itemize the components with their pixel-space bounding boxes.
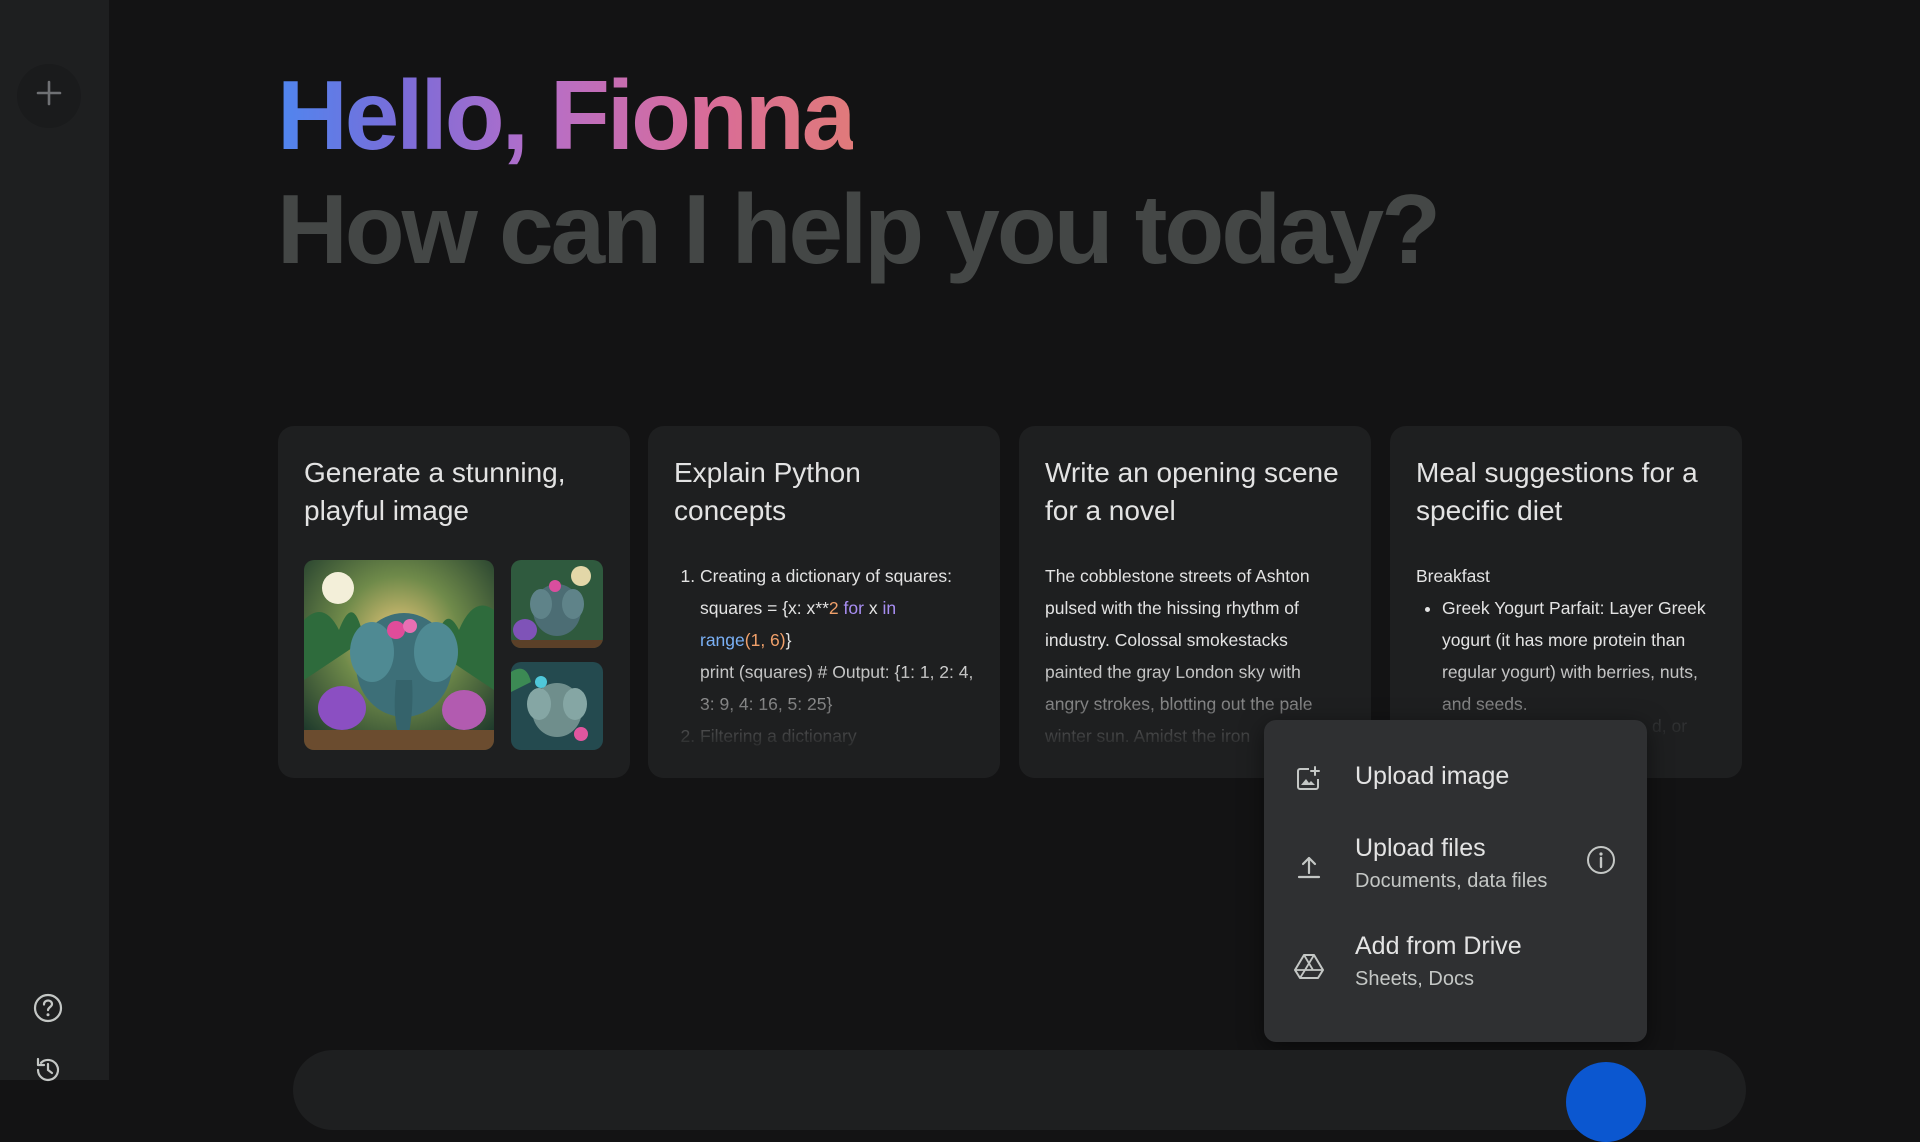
help-circle-icon (32, 992, 64, 1029)
menu-item-add-from-drive[interactable]: Add from Drive Sheets, Docs (1264, 926, 1647, 1006)
code-label: Filtering a dictionary (700, 726, 857, 746)
card-preview: Creating a dictionary of squares: square… (674, 560, 974, 752)
menu-item-label: Upload image (1355, 762, 1510, 790)
elephant-image-thumb-2 (511, 662, 603, 750)
code-token: } (785, 630, 792, 650)
menu-item-label: Upload files (1355, 834, 1486, 862)
code-line: print (squares) # Output: {1: 1, 2: 4, 3… (700, 662, 974, 714)
list-item: Greek Yogurt Parfait: Layer Greek yogurt… (1442, 592, 1716, 720)
section-heading: Breakfast (1416, 566, 1490, 586)
upload-icon (1294, 852, 1324, 882)
sidebar (0, 0, 109, 1081)
code-label: Creating a dictionary of squares: (700, 566, 952, 586)
code-token: range (700, 630, 745, 650)
prompt-input-bar[interactable] (293, 1050, 1746, 1130)
history-button[interactable] (31, 1055, 65, 1089)
info-icon[interactable] (1585, 844, 1617, 876)
elephant-image-thumb-1 (511, 560, 603, 648)
code-token: 2 (828, 598, 839, 618)
code-token: for (843, 598, 864, 618)
upload-menu: Upload image Upload files Documents, dat… (1264, 720, 1647, 1042)
image-upload-icon (1294, 763, 1324, 793)
history-icon (32, 1054, 64, 1091)
menu-item-upload-image[interactable]: Upload image (1264, 746, 1647, 810)
card-title: Generate a stunning, playful image (304, 457, 566, 526)
list-item: Filtering a dictionary (700, 720, 974, 752)
card-title: Explain Python concepts (674, 457, 861, 526)
suggestion-card-python[interactable]: Explain Python concepts Creating a dicti… (648, 426, 1000, 778)
code-token: x (868, 598, 878, 618)
elephant-image-main (304, 560, 494, 750)
suggestion-card-image[interactable]: Generate a stunning, playful image (278, 426, 630, 778)
card-trailing-text: d, or (1652, 716, 1688, 736)
menu-item-sublabel: Documents, data files (1355, 870, 1548, 892)
card-title: Meal suggestions for a specific diet (1416, 457, 1698, 526)
code-token: (1, 6) (744, 630, 786, 650)
code-token: squares = {x: x** (700, 598, 829, 618)
card-title: Write an opening scene for a novel (1045, 457, 1339, 526)
code-line: squares = {x: x**2 for x in (700, 592, 974, 624)
plus-icon (34, 77, 64, 115)
menu-item-upload-files[interactable]: Upload files Documents, data files (1264, 828, 1647, 908)
menu-item-sublabel: Sheets, Docs (1355, 968, 1474, 990)
drive-icon (1294, 951, 1324, 981)
new-chat-button[interactable] (17, 64, 81, 128)
menu-item-label: Add from Drive (1355, 932, 1522, 960)
send-button[interactable] (1566, 1062, 1646, 1142)
code-token: in (882, 598, 897, 618)
list-item: Creating a dictionary of squares: square… (700, 560, 974, 720)
greeting-subtitle: How can I help you today? (277, 174, 1441, 284)
code-line: range(1, 6)} (700, 624, 974, 656)
card-preview: Breakfast Greek Yogurt Parfait: Layer Gr… (1416, 560, 1716, 720)
greeting-title: Hello, Fionna (277, 60, 856, 170)
help-button[interactable] (31, 993, 65, 1027)
